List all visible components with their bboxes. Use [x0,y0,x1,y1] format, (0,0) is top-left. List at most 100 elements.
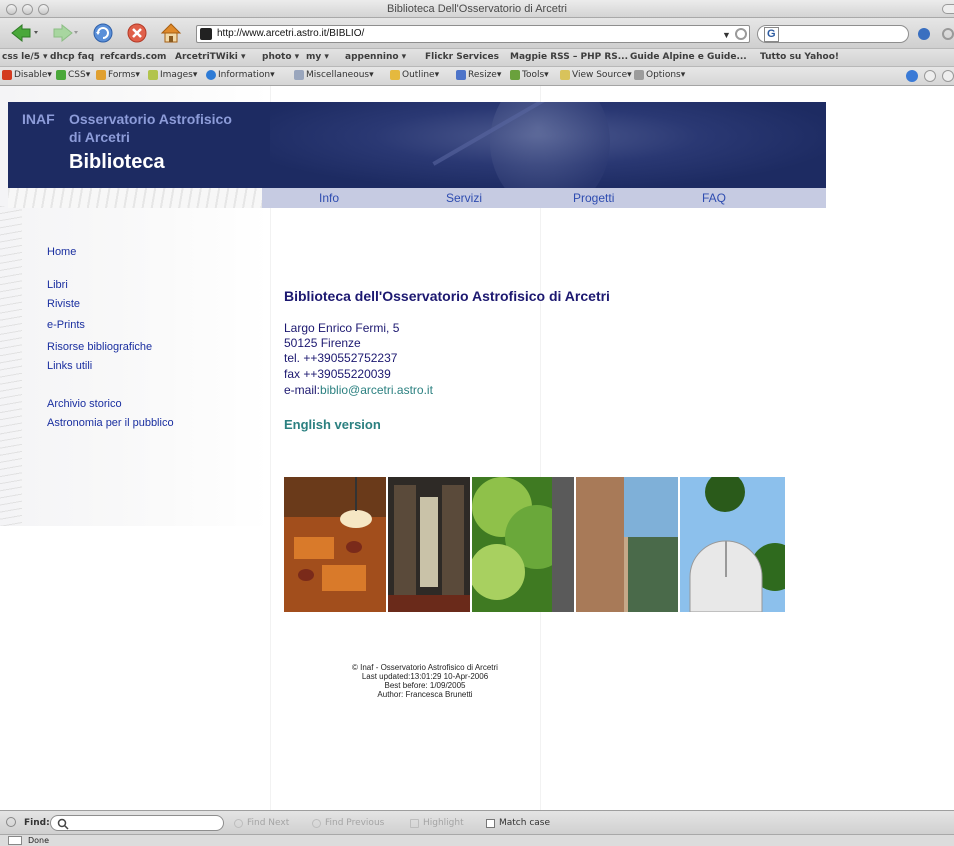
city-line: 50125 Firenze [284,336,361,350]
devbar-options-menu[interactable]: Options ▾ [634,70,685,80]
search-engine-icon[interactable]: G [764,27,779,42]
status-bar: Done [0,834,954,846]
reload-icon [93,23,113,43]
find-label: Find: [24,818,50,828]
email-label: e-mail: [284,383,321,397]
devbar-miscellaneous-menu[interactable]: Miscellaneous ▾ [294,70,374,80]
email-link[interactable]: biblio@arcetri.astro.it [320,383,433,397]
menu-progetti[interactable]: Progetti [573,191,614,205]
web-developer-toolbar: Disable ▾ CSS ▾ Forms ▾ Images ▾ Information… [0,67,954,86]
bookmark-item[interactable]: refcards.com [100,52,166,62]
address-line: Largo Enrico Fermi, 5 [284,321,400,335]
inaf-logo-text[interactable]: INAF [22,111,55,127]
site-banner: INAF Osservatorio Astrofisico di Arcetri… [8,102,826,188]
menu-servizi[interactable]: Servizi [446,191,482,205]
stop-button[interactable] [124,22,150,44]
sidenav-home[interactable]: Home [47,246,76,258]
library-title: Biblioteca [69,151,165,173]
back-button[interactable] [8,22,42,44]
find-next-button[interactable]: Find Next [234,818,289,828]
page-footer: © Inaf - Osservatorio Astrofisico di Arc… [300,663,550,699]
tools-icon [510,70,520,80]
devbar-information-menu[interactable]: Information ▾ [206,70,275,80]
match-case-checkbox[interactable]: Match case [486,818,550,828]
trees-illustration [472,477,574,612]
devbar-outline-menu[interactable]: Outline ▾ [390,70,439,80]
bookmark-item[interactable]: appennino ▾ [345,52,406,62]
bookmark-item[interactable]: my ▾ [306,52,329,62]
bookmark-item[interactable]: Tutto su Yahoo! [760,52,839,62]
images-icon [148,70,158,80]
building-facade-photo [576,477,678,612]
sidenav-libri[interactable]: Libri [47,279,68,291]
find-previous-icon [312,818,321,828]
highlight-icon [410,818,419,828]
close-find-bar-icon[interactable] [6,817,16,827]
css-icon [56,70,66,80]
options-icon [634,70,644,80]
search-field[interactable]: G [757,25,909,43]
banner-dome-shape [490,102,610,188]
footer-last-updated: Last updated:13:01:29 10-Apr-2006 [361,672,489,681]
devbar-tools-menu[interactable]: Tools ▾ [510,70,549,80]
footer-author: Author: Francesca Brunetti [377,690,473,699]
address-bar[interactable]: http://www.arcetri.astro.it/BIBLIO/ [196,25,750,43]
sidenav-archivio-storico[interactable]: Archivio storico [47,398,122,410]
forms-icon [96,70,106,80]
highlight-button[interactable]: Highlight [410,818,464,828]
menu-left-decoration [8,188,262,208]
extra-toolbar-icon[interactable] [942,28,954,40]
web-page: INAF Osservatorio Astrofisico di Arcetri… [0,86,954,810]
url-history-dropdown-icon[interactable]: ▼ [722,30,731,40]
library-reading-room-photo [284,477,386,612]
bookmark-item[interactable]: css le/5 ▾ [2,52,48,62]
bookmark-item[interactable]: Guide Alpine e Guide... [630,52,747,62]
page-title: Biblioteca dell'Osservatorio Astrofisico… [284,288,610,304]
english-version-link[interactable]: English version [284,417,381,432]
back-arrow-icon [11,24,38,42]
info-status-icon[interactable] [924,70,936,82]
devbar-disable-menu[interactable]: Disable ▾ [2,70,52,80]
devbar-forms-menu[interactable]: Forms ▾ [96,70,140,80]
devbar-css-menu[interactable]: CSS ▾ [56,70,90,80]
page-status-icon [8,836,22,845]
find-previous-button[interactable]: Find Previous [312,818,384,828]
fax-line: fax ++39055220039 [284,367,391,381]
footer-best-before: Best before: 1/09/2005 [384,681,466,690]
resize-icon [456,70,466,80]
sidenav-riviste[interactable]: Riviste [47,298,80,310]
bookmark-item[interactable]: dhcp faq [50,52,94,62]
main-menu: Info Servizi Progetti FAQ [262,188,826,208]
bookmark-item[interactable]: Magpie RSS – PHP RS... [510,52,628,62]
search-go-icon[interactable] [918,28,930,40]
sidenav-links-utili[interactable]: Links utili [47,360,92,372]
url-go-icon[interactable] [735,28,747,40]
bookmark-item[interactable]: ArcetriTWiki ▾ [175,52,246,62]
bookmarks-toolbar: css le/5 ▾ dhcp faq refcards.com Arcetri… [0,48,954,67]
home-button[interactable] [158,22,184,44]
reload-button[interactable] [90,22,116,44]
sidenav-astronomia-pubblico[interactable]: Astronomia per il pubblico [47,417,174,429]
email-line: e-mail:biblio@arcetri.astro.it [284,383,433,397]
sidenav-risorse-bibliografiche[interactable]: Risorse bibliografiche [47,341,152,353]
find-next-icon [234,818,243,828]
bookmark-item[interactable]: Flickr Services [425,52,499,62]
observatory-dome-photo [680,477,785,612]
extra-status-icon[interactable] [942,70,954,82]
validation-status-icon[interactable] [906,70,918,82]
toolbar-toggle-button[interactable] [942,4,954,14]
banner-telescope-image [270,102,826,188]
sidenav-eprints[interactable]: e-Prints [47,319,85,331]
devbar-images-menu[interactable]: Images ▾ [148,70,197,80]
menu-info[interactable]: Info [319,191,339,205]
bookmark-item[interactable]: photo ▾ [262,52,299,62]
window-title: Biblioteca Dell'Osservatorio di Arcetri [386,3,567,15]
devbar-resize-menu[interactable]: Resize ▾ [456,70,501,80]
forward-button[interactable] [48,22,82,44]
find-input[interactable] [50,815,224,831]
miscellaneous-icon [294,70,304,80]
devbar-view-source-menu[interactable]: View Source ▾ [560,70,632,80]
garden-trees-photo [472,477,574,612]
address-bar-url: http://www.arcetri.astro.it/BIBLIO/ [217,28,365,39]
menu-faq[interactable]: FAQ [702,191,726,205]
